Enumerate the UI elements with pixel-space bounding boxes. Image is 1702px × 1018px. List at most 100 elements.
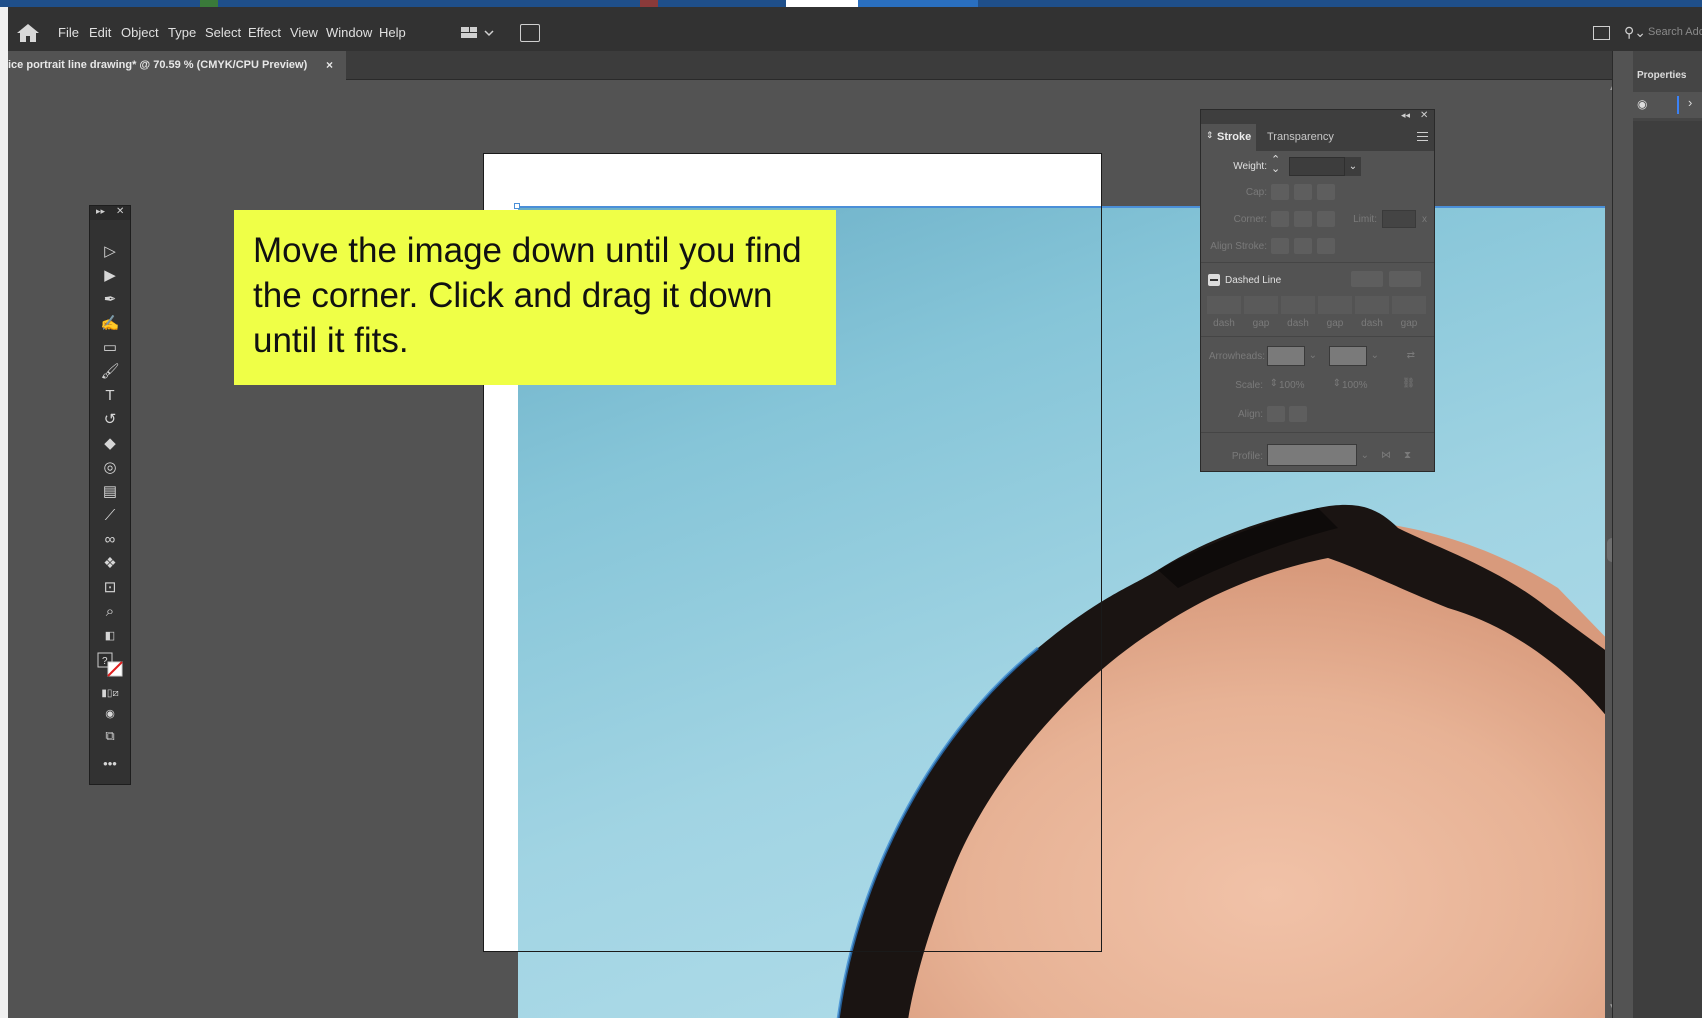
profile-select[interactable] xyxy=(1267,444,1357,466)
preserve-dash-icon[interactable] xyxy=(1351,271,1383,287)
menu-view[interactable]: View xyxy=(290,25,318,40)
properties-title[interactable]: Properties xyxy=(1637,70,1686,81)
eye-icon[interactable]: ◉ xyxy=(1637,97,1647,111)
dashed-line-checkbox[interactable] xyxy=(1208,274,1220,286)
collapse-icon[interactable]: ◂◂ xyxy=(1401,110,1410,121)
weight-stepper-icon[interactable]: ⌃ ⌄ xyxy=(1271,155,1280,175)
scale-label: Scale: xyxy=(1235,380,1263,391)
panel-toggle-icon[interactable] xyxy=(1593,26,1610,40)
search-box[interactable]: ⚲⌄ Search Adob xyxy=(1620,22,1702,44)
chevron-down-icon[interactable]: ⌄ xyxy=(1359,450,1369,461)
bevel-join-icon[interactable] xyxy=(1317,211,1335,227)
stroke-panel: ◂◂ ✕ ⇕ Stroke Transparency Weight: ⌃ ⌄ ⌄ … xyxy=(1200,109,1435,472)
arrow-tip-beyond-icon[interactable] xyxy=(1267,406,1285,422)
selection-handle[interactable] xyxy=(514,203,520,209)
window-left-edge xyxy=(0,7,8,1018)
menu-file[interactable]: File xyxy=(58,25,79,40)
gradient-tool-icon[interactable]: ▤ xyxy=(98,482,122,502)
gap-input-1[interactable] xyxy=(1244,296,1278,314)
tab-transparency[interactable]: Transparency xyxy=(1267,131,1334,143)
gap-label-3: gap xyxy=(1400,318,1418,329)
start-arrowhead-select[interactable] xyxy=(1267,346,1305,366)
close-icon[interactable]: × xyxy=(326,58,333,72)
round-cap-icon[interactable] xyxy=(1294,184,1312,200)
align-outside-icon[interactable] xyxy=(1317,238,1335,254)
end-arrowhead-select[interactable] xyxy=(1329,346,1367,366)
flip-along-icon[interactable]: ⋈ xyxy=(1375,450,1391,461)
tab-stroke[interactable]: ⇕ Stroke xyxy=(1201,124,1256,151)
chevron-down-icon[interactable]: ⌄ xyxy=(1307,350,1317,361)
chevron-down-icon[interactable]: ⌄ xyxy=(1369,350,1379,361)
align-center-icon[interactable] xyxy=(1271,238,1289,254)
dash-label-3: dash xyxy=(1361,318,1383,329)
curvature-tool-icon[interactable]: ✍ xyxy=(98,314,122,334)
artboard-tool-icon[interactable]: ⊡ xyxy=(98,578,122,598)
eraser-tool-icon[interactable]: ◆ xyxy=(98,434,122,454)
default-fill-stroke-icon[interactable]: ◧ xyxy=(98,626,122,646)
limit-input[interactable] xyxy=(1382,210,1416,228)
tab-stroke-label: Stroke xyxy=(1217,131,1252,143)
color-modes-icon[interactable]: ▮▯⧄ xyxy=(98,684,122,704)
search-input[interactable]: Search Adob xyxy=(1648,26,1702,38)
dash-input-2[interactable] xyxy=(1281,296,1315,314)
close-icon[interactable]: ✕ xyxy=(116,206,124,217)
rotate-tool-icon[interactable]: ↺ xyxy=(98,410,122,430)
menu-effect[interactable]: Effect xyxy=(248,25,281,40)
arrow-tip-at-end-icon[interactable] xyxy=(1289,406,1307,422)
projecting-cap-icon[interactable] xyxy=(1317,184,1335,200)
gap-input-3[interactable] xyxy=(1392,296,1426,314)
miter-join-icon[interactable] xyxy=(1271,211,1289,227)
blend-tool-icon[interactable]: ∞ xyxy=(98,530,122,550)
draw-mode-icon[interactable]: ◉ xyxy=(98,704,122,724)
link-scale-icon[interactable]: ⛓ xyxy=(1401,378,1415,389)
paintbrush-tool-icon[interactable]: 🖌 xyxy=(98,362,122,382)
menu-select[interactable]: Select xyxy=(205,25,241,40)
properties-layer-row[interactable]: ◉ › xyxy=(1633,92,1702,118)
home-icon[interactable] xyxy=(14,22,42,44)
rectangle-tool-icon[interactable]: ▭ xyxy=(98,338,122,358)
symbol-sprayer-tool-icon[interactable]: ❖ xyxy=(98,554,122,574)
document-tab[interactable]: ice portrait line drawing* @ 70.59 % (CM… xyxy=(8,51,346,80)
arrange-documents-icon[interactable] xyxy=(520,24,540,42)
dash-input-1[interactable] xyxy=(1207,296,1241,314)
align-inside-icon[interactable] xyxy=(1294,238,1312,254)
menu-type[interactable]: Type xyxy=(168,25,196,40)
screen-mode-icon[interactable]: ⧉ xyxy=(98,726,122,746)
vertical-scrollbar[interactable]: ▲ ▼ xyxy=(1605,80,1612,1018)
gap-label-2: gap xyxy=(1326,318,1344,329)
more-tools-icon[interactable]: ••• xyxy=(98,754,122,774)
scale-stepper-icon[interactable]: ⇕ xyxy=(1268,378,1278,389)
document-tab-bar: ice portrait line drawing* @ 70.59 % (CM… xyxy=(8,51,1612,80)
expand-icon: ⇕ xyxy=(1206,130,1214,140)
swap-arrowheads-icon[interactable]: ⇄ xyxy=(1401,350,1415,361)
fill-stroke-swatch-icon[interactable]: ? xyxy=(97,652,125,678)
menu-window[interactable]: Window xyxy=(326,25,372,40)
start-scale-input[interactable]: 100% xyxy=(1279,380,1319,391)
tools-panel: ▸▸ ✕ ▷ ▶ ✒ ✍ ▭ 🖌 T ↺ ◆ ◎ ▤ ⟋ ∞ ❖ ⊡ ⌕ ◧ ?… xyxy=(89,205,131,785)
scale-stepper-icon[interactable]: ⇕ xyxy=(1331,378,1341,389)
weight-input[interactable] xyxy=(1289,157,1345,176)
gap-input-2[interactable] xyxy=(1318,296,1352,314)
weight-dropdown-icon[interactable]: ⌄ xyxy=(1345,157,1361,176)
chevron-right-icon[interactable]: › xyxy=(1688,95,1692,110)
dash-input-3[interactable] xyxy=(1355,296,1389,314)
butt-cap-icon[interactable] xyxy=(1271,184,1289,200)
round-join-icon[interactable] xyxy=(1294,211,1312,227)
end-scale-input[interactable]: 100% xyxy=(1342,380,1382,391)
eyedropper-tool-icon[interactable]: ⟋ xyxy=(98,506,122,526)
menu-help[interactable]: Help xyxy=(379,25,406,40)
collapse-icon[interactable]: ▸▸ xyxy=(96,206,105,217)
panel-menu-icon[interactable] xyxy=(1417,132,1428,141)
zoom-tool-icon[interactable]: ⌕ xyxy=(98,602,122,622)
shape-builder-tool-icon[interactable]: ◎ xyxy=(98,458,122,478)
type-tool-icon[interactable]: T xyxy=(98,386,122,406)
close-icon[interactable]: ✕ xyxy=(1420,110,1428,121)
selection-tool-icon[interactable]: ▷ xyxy=(98,242,122,262)
menu-object[interactable]: Object xyxy=(121,25,159,40)
align-dash-icon[interactable] xyxy=(1389,271,1421,287)
direct-selection-tool-icon[interactable]: ▶ xyxy=(98,266,122,286)
menu-edit[interactable]: Edit xyxy=(89,25,111,40)
pen-tool-icon[interactable]: ✒ xyxy=(98,290,122,310)
workspace-switcher-icon[interactable] xyxy=(460,25,502,41)
flip-across-icon[interactable]: ⧗ xyxy=(1397,450,1411,461)
